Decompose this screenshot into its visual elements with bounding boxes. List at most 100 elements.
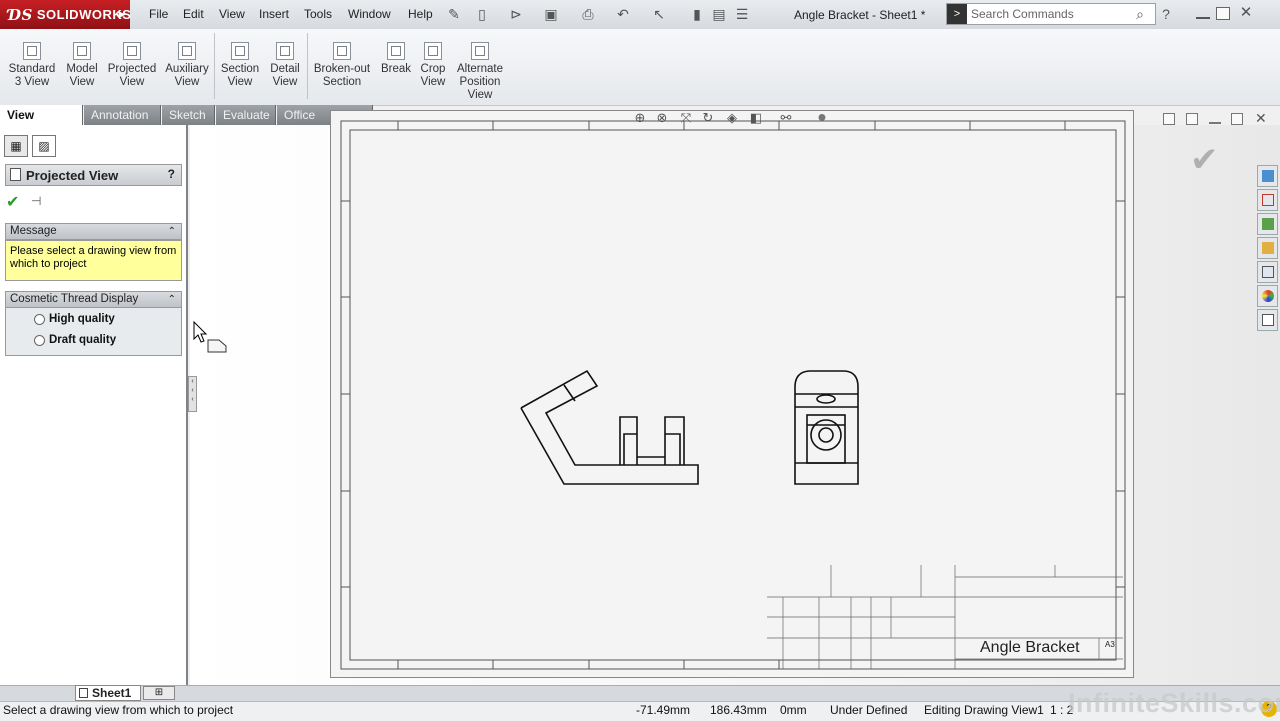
search-input[interactable]: Search Commands [971,7,1074,21]
zoom-to-area-icon[interactable]: ⊗ [654,110,670,126]
model-view-button[interactable]: Model View [62,42,102,89]
detail-view-button[interactable]: Detail View [266,42,304,89]
menu-help[interactable]: Help [408,7,433,21]
hide-show-items-icon[interactable]: ⚯ [778,110,794,126]
new-document-icon[interactable]: ▯ [474,6,490,22]
high-quality-label[interactable]: High quality [49,313,115,325]
viewport-close-icon[interactable]: ✕ [1255,110,1267,127]
crop-view-button[interactable]: Crop View [416,42,450,89]
projected-view-button[interactable]: Projected View [106,42,158,89]
standard-3-view-button[interactable]: Standard 3 View [6,42,58,89]
task-pane-file-explorer[interactable] [1257,237,1278,259]
task-pane-custom-properties[interactable] [1257,309,1278,331]
close-icon[interactable]: ✕ [1238,5,1254,21]
draft-quality-label[interactable]: Draft quality [49,334,116,346]
viewport-restore-icon[interactable] [1231,113,1243,125]
sheet-icon [79,688,88,698]
display-style-icon[interactable]: ◧ [748,110,764,126]
property-manager-title: Projected View [26,167,119,183]
menu-tools[interactable]: Tools [304,7,332,21]
auxiliary-view-button[interactable]: Auxiliary View [163,42,211,89]
status-z-coordinate: 0mm [780,703,807,717]
task-pane-home[interactable] [1257,189,1278,211]
options-icon[interactable]: ☰ [734,6,750,22]
auxiliary-view-icon [178,42,196,60]
task-pane-resources[interactable] [1257,165,1278,187]
watermark: InfiniteSkills.com [1068,688,1280,718]
menu-view[interactable]: View [219,7,245,21]
resources-icon [1262,170,1274,182]
rebuild-view-icon[interactable]: ↻ [700,110,716,126]
draft-quality-radio[interactable] [34,335,45,346]
alternate-position-view-button[interactable]: Alternate Position View [452,42,508,102]
ok-check-icon[interactable]: ✔ [6,192,19,212]
status-x-coordinate: -71.49mm [636,703,691,717]
broken-out-section-button[interactable]: Broken-out Section [311,42,373,89]
ribbon-label: Detail View [270,63,300,88]
section-view-button[interactable]: Section View [218,42,262,89]
drawing-view-1[interactable] [520,369,699,485]
pushpin-icon[interactable]: ⊣ [31,194,49,208]
feature-manager-tab-icon[interactable]: ▦ [4,135,28,157]
task-pane-view-palette[interactable] [1257,261,1278,283]
crop-view-icon [424,42,442,60]
viewport-split-icon[interactable] [1186,113,1198,125]
ribbon-label: Broken-out Section [313,63,371,88]
rebuild-icon[interactable]: ▮ [689,6,705,22]
pin-menu-icon[interactable]: ✎ [446,6,462,22]
search-commands[interactable]: > Search Commands [946,3,1156,25]
status-editing: Editing Drawing View1 [924,703,1044,717]
custom-properties-icon [1262,314,1274,326]
minimize-icon[interactable] [1196,17,1210,19]
section-view-tool-icon[interactable]: ◈ [724,110,740,126]
ribbon-label: Break [380,63,412,75]
alternate-position-view-icon [471,42,489,60]
save-icon[interactable]: ▣ [543,6,559,22]
tab-view-layout[interactable]: View Layout [0,105,83,142]
menu-file[interactable]: File [149,7,168,21]
viewport-tile-icon[interactable] [1163,113,1175,125]
menu-insert[interactable]: Insert [259,7,289,21]
cosmetic-thread-group-title: Cosmetic Thread Display [10,293,139,305]
task-pane-appearances[interactable] [1257,285,1278,307]
menu-window[interactable]: Window [348,7,391,21]
high-quality-radio[interactable] [34,314,45,325]
sheet-tab-sheet1[interactable]: Sheet1 [75,685,141,701]
tab-sketch[interactable]: Sketch [162,105,215,125]
manager-tabs: ▦ ▨ [0,135,58,159]
task-pane-design-library[interactable] [1257,213,1278,235]
folder-icon [1262,242,1274,254]
broken-out-section-icon [333,42,351,60]
viewport-minimize-icon[interactable] [1209,122,1221,124]
break-button[interactable]: Break [378,42,414,76]
restore-icon[interactable] [1216,7,1230,20]
collapse-chevron-icon[interactable]: ⌃ [168,224,176,239]
search-icon[interactable]: ⌕ [1132,6,1148,22]
cosmetic-thread-group-header[interactable]: Cosmetic Thread Display ⌃ [5,291,182,308]
property-manager-tab-icon[interactable]: ▨ [32,135,56,157]
tab-evaluate[interactable]: Evaluate [216,105,276,125]
tab-annotation[interactable]: Annotation [84,105,161,125]
ds-logo-icon: ƊS [8,5,33,24]
previous-view-icon[interactable]: ⤧ [678,110,694,126]
app-logo[interactable]: ƊS SOLIDWORKS ▶ [0,0,131,29]
drawing-view-2[interactable] [794,370,859,485]
help-button[interactable]: ? [168,167,175,181]
ribbon-label: Crop View [420,63,446,88]
open-folder-icon[interactable]: ⊳ [508,6,524,22]
add-sheet-button[interactable]: ⊞ [143,686,175,700]
file-properties-icon[interactable]: ▤ [711,6,727,22]
help-icon[interactable]: ? [1158,6,1174,22]
home-icon [1262,194,1274,206]
print-icon[interactable]: ⎙ [580,6,596,22]
appearance-icon[interactable]: ● [814,110,830,126]
message-box: Please select a drawing view from which … [5,240,182,281]
undo-icon[interactable]: ↶ [615,6,631,22]
confirmation-corner-check-icon[interactable]: ✔ [1190,140,1219,180]
pane-collapse-handle[interactable]: ‹ ‹ ‹ [188,376,197,412]
collapse-chevron-icon[interactable]: ⌃ [168,292,176,307]
select-icon[interactable]: ↖ [651,6,667,22]
zoom-to-fit-icon[interactable]: ⊕ [632,110,648,126]
message-group-header[interactable]: Message ⌃ [5,223,182,240]
menu-edit[interactable]: Edit [183,7,204,21]
